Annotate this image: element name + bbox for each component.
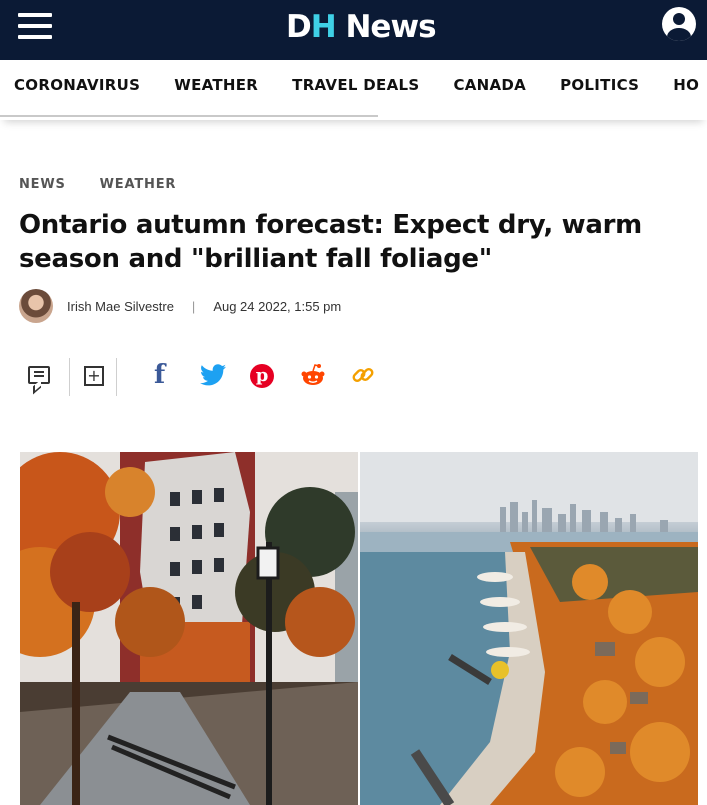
site-logo[interactable]: DH News	[286, 7, 437, 47]
city-autumn-photo	[20, 452, 358, 805]
account-icon[interactable]	[662, 7, 696, 41]
nav-item-weather[interactable]: WEATHER	[174, 76, 258, 94]
breadcrumb: NEWS WEATHER	[19, 177, 210, 192]
section-nav: CORONAVIRUS WEATHER TRAVEL DEALS CANADA …	[0, 60, 707, 120]
logo-space	[336, 9, 346, 45]
menu-icon[interactable]	[18, 13, 52, 41]
facebook-icon[interactable]: f	[154, 360, 165, 390]
twitter-icon[interactable]	[200, 364, 226, 386]
hero-image-left[interactable]	[20, 452, 358, 805]
logo-h: H	[310, 9, 337, 45]
byline: Irish Mae Silvestre | Aug 24 2022, 1:55 …	[19, 288, 341, 324]
reddit-icon[interactable]	[300, 362, 326, 388]
byline-separator: |	[191, 298, 196, 314]
logo-news: News	[345, 9, 436, 45]
author-name[interactable]: Irish Mae Silvestre	[67, 299, 174, 314]
shoreline-aerial-photo	[360, 452, 698, 805]
logo-d: D	[286, 9, 312, 45]
author-avatar[interactable]	[19, 289, 53, 323]
nav-scroll-indicator[interactable]	[0, 115, 378, 117]
nav-item-coronavirus[interactable]: CORONAVIRUS	[14, 76, 140, 94]
link-icon[interactable]	[350, 362, 376, 388]
hero-image-right[interactable]	[360, 452, 698, 805]
breadcrumb-news[interactable]: NEWS	[19, 177, 66, 192]
add-to-list-icon[interactable]: +	[84, 366, 104, 386]
publish-date: Aug 24 2022, 1:55 pm	[213, 298, 342, 314]
nav-item-politics[interactable]: POLITICS	[560, 76, 639, 94]
nav-item-canada[interactable]: CANADA	[453, 76, 526, 94]
site-header: DH News	[0, 0, 707, 60]
share-bar: + f p	[24, 356, 424, 396]
article-title: Ontario autumn forecast: Expect dry, war…	[19, 210, 642, 274]
pinterest-icon[interactable]: p	[250, 364, 274, 388]
nav-item-travel-deals[interactable]: TRAVEL DEALS	[292, 76, 419, 94]
comment-icon[interactable]	[28, 366, 50, 384]
nav-item-ho[interactable]: HO	[673, 76, 699, 94]
breadcrumb-weather[interactable]: WEATHER	[100, 177, 177, 192]
